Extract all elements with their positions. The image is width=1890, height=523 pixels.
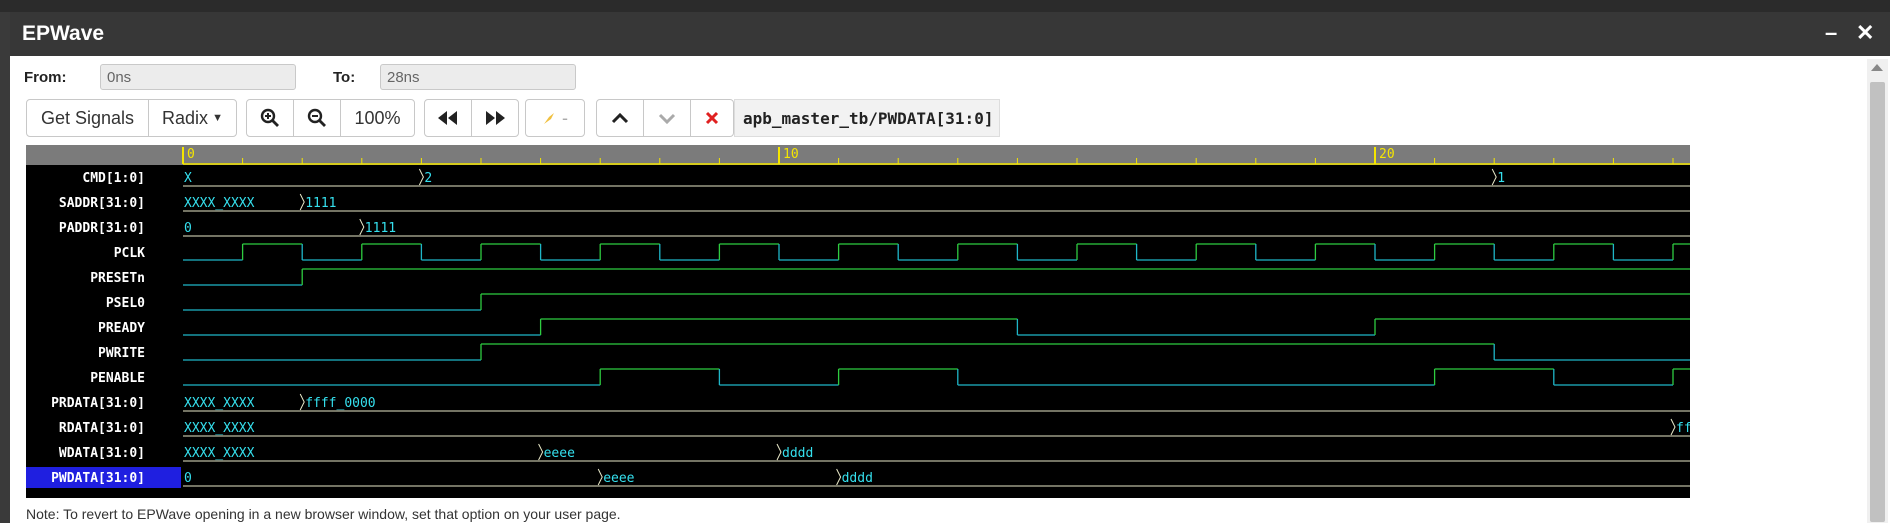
signal-name[interactable]: PREADY (98, 321, 145, 336)
signal-name[interactable]: WDATA[31:0] (59, 446, 145, 461)
bus-value: 0 (184, 221, 192, 236)
ruler-label: 20 (1379, 147, 1395, 162)
chevron-up-icon (611, 112, 629, 124)
from-label: From: (24, 69, 67, 86)
marker-label: - (562, 107, 568, 128)
zoom-level-button[interactable]: 100% (340, 99, 415, 137)
get-signals-label: Get Signals (40, 107, 135, 128)
bus-value: ffff_0000 (305, 396, 375, 411)
signal-name[interactable]: PCLK (114, 246, 145, 261)
radix-label: Radix (162, 107, 209, 128)
signal-name[interactable]: PRDATA[31:0] (51, 396, 145, 411)
signal-name[interactable]: CMD[1:0] (82, 171, 145, 186)
bus-transition (418, 168, 424, 186)
bus-value: 1 (1497, 171, 1505, 186)
fast-forward-icon (486, 111, 505, 125)
zoom-out-icon (307, 108, 326, 127)
minimize-button[interactable]: – (1825, 20, 1837, 46)
waveform-panel: 0 10 20 CMD[1:0] X 2 1 SADDR[31:0] XXXX_XXXX 1111… (26, 145, 1853, 498)
scroll-up-icon[interactable] (1871, 64, 1883, 71)
bus-value: XXXX_XXXX (184, 396, 255, 411)
bus-transition (538, 443, 544, 461)
caret-down-icon: ▼ (212, 112, 223, 124)
radix-dropdown[interactable]: Radix ▼ (148, 99, 237, 137)
move-down-button[interactable] (643, 99, 691, 137)
from-input[interactable] (100, 64, 296, 90)
remove-signal-button[interactable] (690, 99, 734, 137)
bus-value: XXXX_XXXX (184, 446, 255, 461)
bus-transition (597, 468, 603, 486)
bus-value: ffff_0000 (1676, 421, 1690, 436)
bus-transition (836, 468, 842, 486)
epwave-window: EPWave – ✕ From: To: Get Signals Radix ▼… (10, 12, 1890, 523)
signal-name[interactable]: PRESETn (90, 271, 145, 286)
bus-transition (359, 218, 365, 236)
bus-transition (299, 193, 305, 211)
bus-value: 2 (424, 171, 432, 186)
rewind-button[interactable] (424, 99, 472, 137)
bus-transition (299, 393, 305, 411)
bus-value: 1111 (305, 196, 336, 211)
bus-value: XXXX_XXXX (184, 196, 255, 211)
bus-value: 1111 (365, 221, 396, 236)
bus-value: XXXX_XXXX (184, 421, 255, 436)
signal-name[interactable]: PSEL0 (106, 296, 145, 311)
selected-signal-path: apb_master_tb/PWDATA[31:0] (734, 99, 1000, 137)
bus-transition (1670, 418, 1676, 436)
to-input[interactable] (380, 64, 576, 90)
signal-name[interactable]: PENABLE (90, 371, 145, 386)
zoom-in-icon (260, 108, 279, 127)
signal-name[interactable]: PWDATA[31:0] (51, 471, 145, 486)
title-bar: EPWave – ✕ (10, 12, 1890, 56)
bus-value: eeee (603, 471, 634, 486)
bus-value: eeee (544, 446, 575, 461)
zoom-level-label: 100% (354, 107, 401, 128)
signal-name[interactable]: PWRITE (98, 346, 145, 361)
browser-top-strip (0, 0, 1890, 12)
waveform-canvas: 0 10 20 CMD[1:0] X 2 1 SADDR[31:0] XXXX_XXXX 1111… (26, 145, 1853, 488)
zoom-out-button[interactable] (293, 99, 341, 137)
time-ruler (26, 145, 1690, 165)
fast-backward-icon (438, 111, 457, 125)
bus-transition (1491, 168, 1497, 186)
close-window-button[interactable]: ✕ (1856, 20, 1874, 46)
bus-value: dddd (842, 471, 873, 486)
signal-name[interactable]: PADDR[31:0] (59, 221, 145, 236)
ruler-label: 0 (187, 147, 195, 162)
to-label: To: (333, 69, 356, 86)
forward-button[interactable] (471, 99, 519, 137)
bus-value: 0 (184, 471, 192, 486)
marker-button[interactable]: - (525, 99, 585, 137)
pin-icon (544, 113, 554, 124)
signal-name[interactable]: RDATA[31:0] (59, 421, 145, 436)
close-icon (705, 111, 719, 125)
bus-value: dddd (782, 446, 813, 461)
chevron-down-icon (658, 113, 676, 124)
footer-note: Note: To revert to EPWave opening in a n… (26, 506, 621, 522)
bus-transition (776, 443, 782, 461)
get-signals-button[interactable]: Get Signals (26, 99, 149, 137)
window-title: EPWave (22, 22, 105, 45)
zoom-in-button[interactable] (246, 99, 294, 137)
bus-value: X (184, 171, 192, 186)
move-up-button[interactable] (596, 99, 644, 137)
ruler-label: 10 (783, 147, 799, 162)
signal-name[interactable]: SADDR[31:0] (59, 196, 145, 211)
scroll-thumb[interactable] (1870, 82, 1885, 522)
